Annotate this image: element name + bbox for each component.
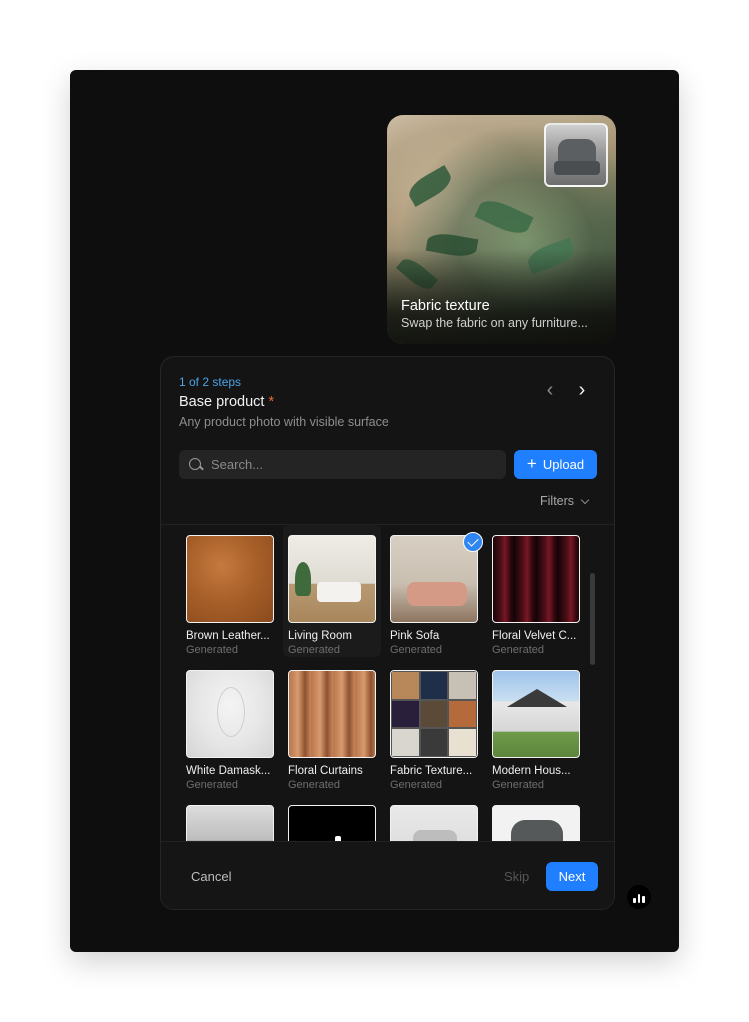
item-name: White Damask...	[186, 765, 271, 777]
grid-item[interactable]	[181, 795, 279, 841]
item-meta: Generated	[288, 644, 340, 656]
upload-button[interactable]: + Upload	[514, 450, 597, 479]
item-meta: Generated	[288, 779, 340, 791]
skip-button[interactable]: Skip	[504, 869, 529, 884]
item-thumbnail	[390, 805, 478, 841]
swatch	[448, 671, 477, 700]
swatch	[391, 699, 420, 729]
chevron-right-icon[interactable]: ›	[571, 379, 593, 401]
brand-logo-icon[interactable]	[627, 885, 651, 909]
app-frame: Fabric texture Swap the fabric on any fu…	[70, 70, 679, 952]
grid-item[interactable]	[487, 795, 585, 841]
search-input[interactable]	[211, 457, 491, 472]
item-name: Floral Curtains	[288, 765, 363, 777]
item-name: Living Room	[288, 630, 352, 642]
preview-title: Fabric texture	[401, 298, 490, 314]
item-thumbnail	[288, 535, 376, 623]
step-counter: 1 of 2 steps	[179, 375, 242, 389]
logo-bar	[633, 898, 636, 903]
grid-item[interactable]: Fabric Texture... Generated	[385, 660, 483, 792]
item-meta: Generated	[390, 644, 442, 656]
item-meta: Generated	[186, 779, 238, 791]
jacket-shape	[511, 820, 563, 841]
item-thumbnail	[186, 805, 274, 841]
grid-item[interactable]	[283, 795, 381, 841]
preview-card[interactable]: Fabric texture Swap the fabric on any fu…	[387, 115, 616, 344]
item-meta: Generated	[390, 779, 442, 791]
logo-mark	[319, 832, 347, 841]
item-meta: Generated	[186, 644, 238, 656]
armchair-image	[554, 139, 600, 175]
item-name: Pink Sofa	[390, 630, 440, 642]
item-meta: Generated	[492, 779, 544, 791]
check-icon	[463, 532, 483, 552]
item-name: Fabric Texture...	[390, 765, 473, 777]
logo-bar	[637, 894, 641, 903]
required-mark: *	[268, 394, 275, 410]
item-name: Brown Leather...	[186, 630, 270, 642]
reference-thumbnail	[544, 123, 608, 187]
grid-item[interactable]: Brown Leather... Generated	[181, 525, 279, 657]
dialog-title-text: Base product	[179, 394, 265, 410]
grid-item[interactable]: Floral Curtains Generated	[283, 660, 381, 792]
item-thumbnail	[390, 670, 478, 758]
grid-item-selected[interactable]: Pink Sofa Generated	[385, 525, 483, 657]
item-thumbnail	[288, 805, 376, 841]
preview-subtitle: Swap the fabric on any furniture...	[401, 316, 588, 330]
logo-bar	[642, 896, 645, 903]
damask-motif	[217, 687, 245, 737]
item-thumbnail	[288, 670, 376, 758]
upload-label: Upload	[542, 457, 585, 472]
item-name: Floral Velvet C...	[492, 630, 577, 642]
chevron-down-icon	[580, 495, 590, 504]
swatch	[419, 728, 449, 757]
swatch	[448, 699, 477, 729]
search-box	[179, 450, 506, 479]
leaf-pattern	[404, 164, 456, 208]
grid-item[interactable]: Modern Hous... Generated	[487, 660, 585, 792]
filters-button[interactable]: Filters	[540, 494, 590, 508]
search-icon	[189, 457, 203, 472]
item-thumbnail	[492, 535, 580, 623]
dialog-subtitle: Any product photo with visible surface	[179, 415, 389, 429]
grid-item[interactable]: Living Room Generated	[283, 525, 381, 657]
dialog-title: Base product *	[179, 394, 274, 410]
grid-scrollbar[interactable]	[590, 573, 595, 665]
item-meta: Generated	[492, 644, 544, 656]
roof-shape	[507, 689, 567, 707]
leaf-pattern	[474, 194, 534, 240]
dialog-footer: Cancel Skip Next	[161, 841, 614, 909]
swatch	[391, 671, 420, 700]
swatch	[391, 728, 420, 757]
step-dialog: 1 of 2 steps Base product * Any product p…	[160, 356, 615, 910]
swatch	[419, 699, 449, 729]
swatch	[448, 728, 477, 757]
next-button[interactable]: Next	[546, 862, 598, 891]
shirt-shape	[413, 830, 457, 841]
item-thumbnail	[186, 670, 274, 758]
plant-shape	[295, 562, 311, 596]
grid-item[interactable]	[385, 795, 483, 841]
grid-item[interactable]: White Damask... Generated	[181, 660, 279, 792]
grid-item[interactable]: Floral Velvet C... Generated	[487, 525, 585, 657]
cancel-button[interactable]: Cancel	[191, 869, 231, 884]
item-thumbnail	[492, 670, 580, 758]
item-thumbnail	[492, 805, 580, 841]
sofa-shape	[317, 582, 361, 602]
product-grid: Brown Leather... Generated Living Room G…	[161, 525, 614, 841]
sofa-shape	[407, 582, 467, 606]
item-thumbnail	[186, 535, 274, 623]
filters-label: Filters	[540, 494, 575, 508]
swatch	[419, 671, 449, 700]
item-name: Modern Hous...	[492, 765, 571, 777]
chevron-left-icon[interactable]: ‹	[539, 379, 561, 401]
plus-icon: +	[526, 454, 537, 473]
